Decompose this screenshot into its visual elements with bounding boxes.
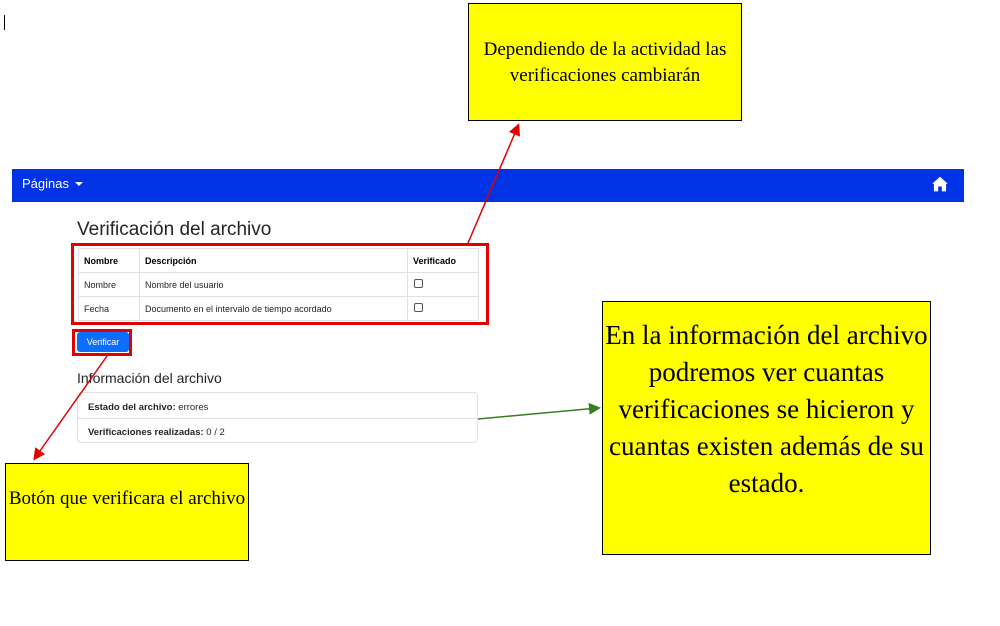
arrow-to-top-note: [467, 123, 520, 244]
annotation-arrows: [33, 123, 601, 461]
arrow-to-bottom-left-note: [33, 355, 108, 461]
arrow-to-right-note: [477, 402, 601, 420]
